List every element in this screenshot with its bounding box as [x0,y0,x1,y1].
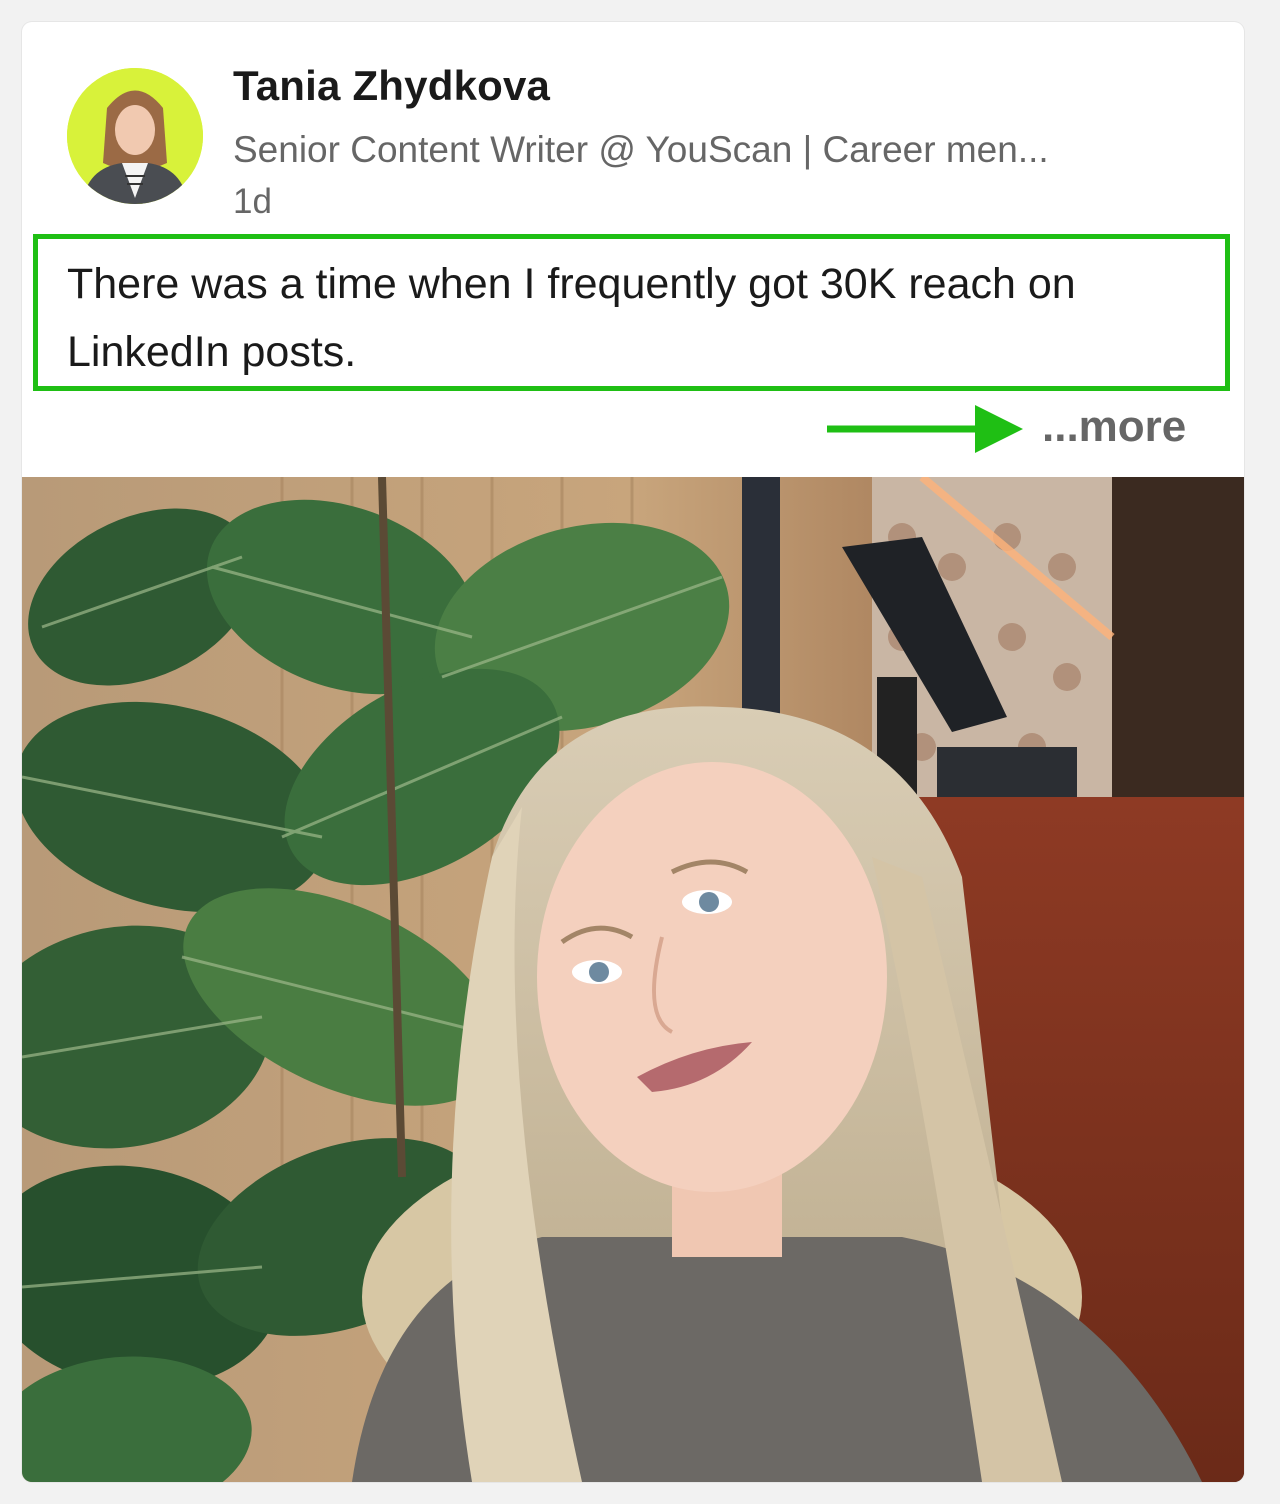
arrow-right-icon [827,405,1023,453]
post-timestamp: 1d [233,182,272,221]
post-card: Tania Zhydkova Senior Content Writer @ Y… [22,22,1244,1482]
author-headline: Senior Content Writer @ YouScan | Career… [233,129,1049,170]
avatar-portrait-icon [67,68,203,204]
see-more-button[interactable]: ...more [1042,402,1186,452]
selfie-photo-icon [22,477,1244,1482]
post-image[interactable] [22,477,1244,1482]
post-text: There was a time when I frequently got 3… [67,260,1076,376]
author-avatar[interactable] [67,68,203,204]
author-name[interactable]: Tania Zhydkova [233,62,550,110]
post-header: Tania Zhydkova Senior Content Writer @ Y… [22,22,1244,232]
